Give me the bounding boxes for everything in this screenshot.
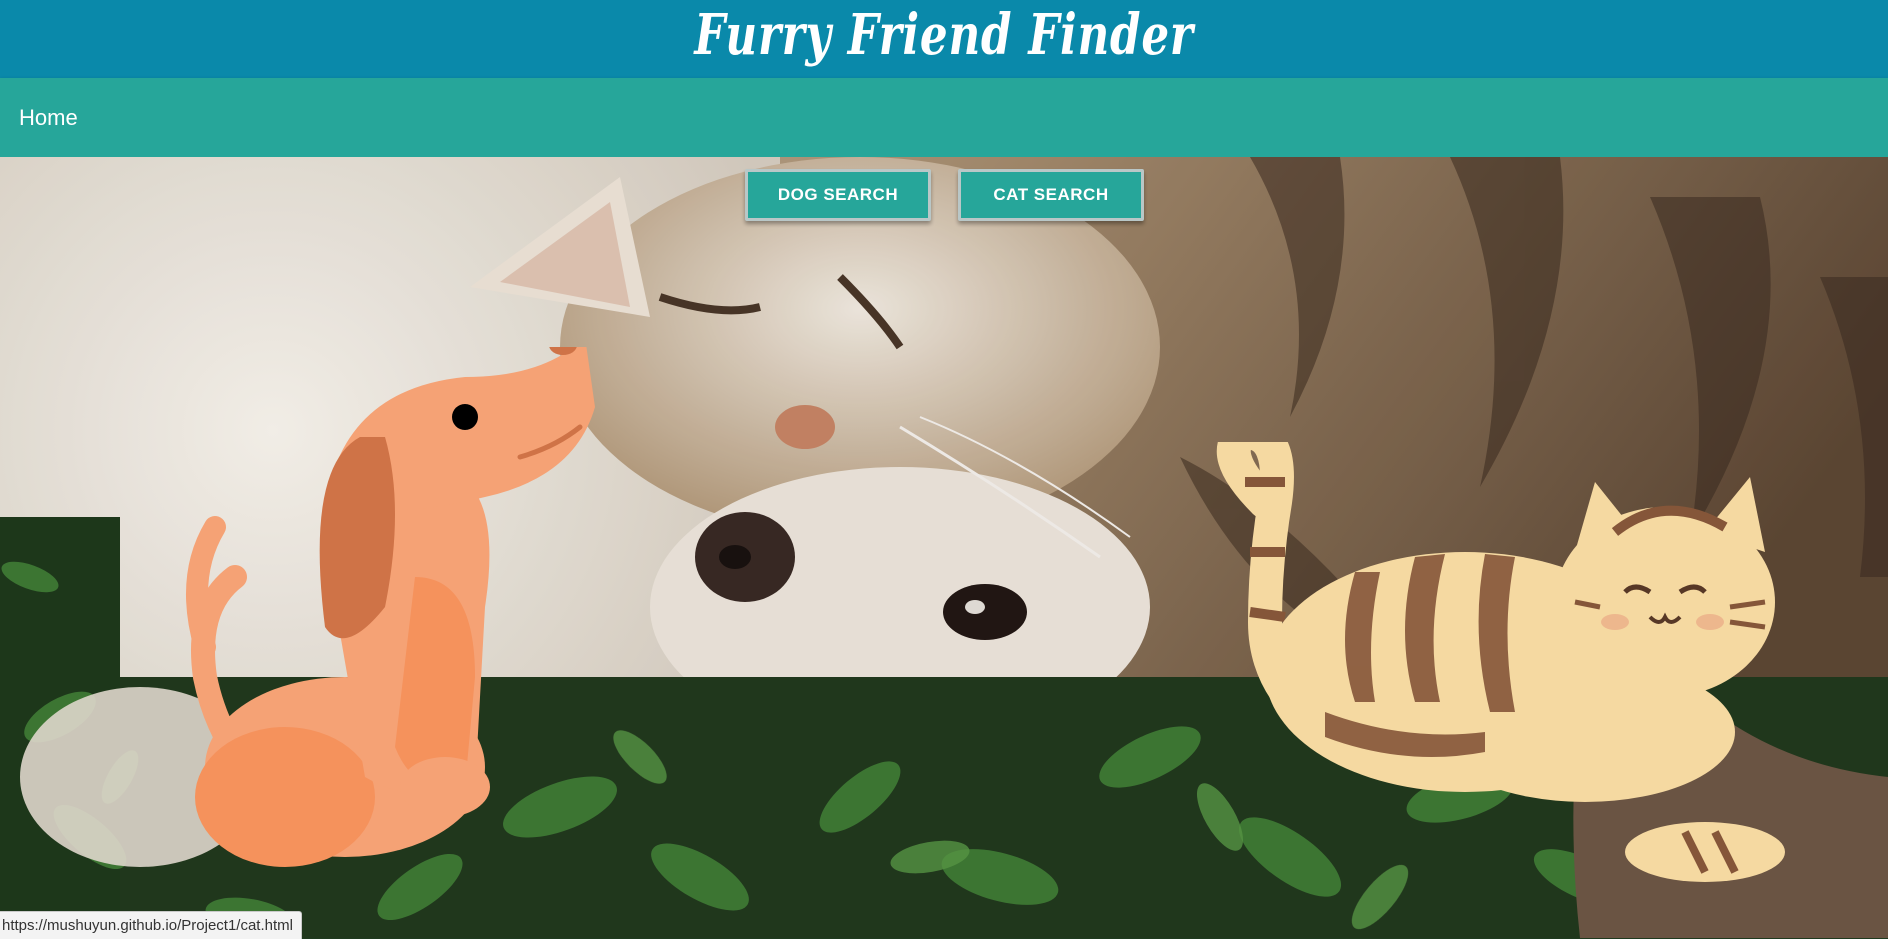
hero-overlay [0,157,1888,938]
site-title: Furry Friend Finder [694,2,1194,68]
nav-bar: Home [0,78,1888,157]
dog-search-button[interactable]: DOG SEARCH [745,169,931,221]
hero-section [0,157,1888,938]
cat-search-button[interactable]: CAT SEARCH [958,169,1144,221]
title-bar: Furry Friend Finder [0,0,1888,78]
nav-home-link[interactable]: Home [19,105,78,131]
status-bar-url: https://mushuyun.github.io/Project1/cat.… [0,911,302,939]
